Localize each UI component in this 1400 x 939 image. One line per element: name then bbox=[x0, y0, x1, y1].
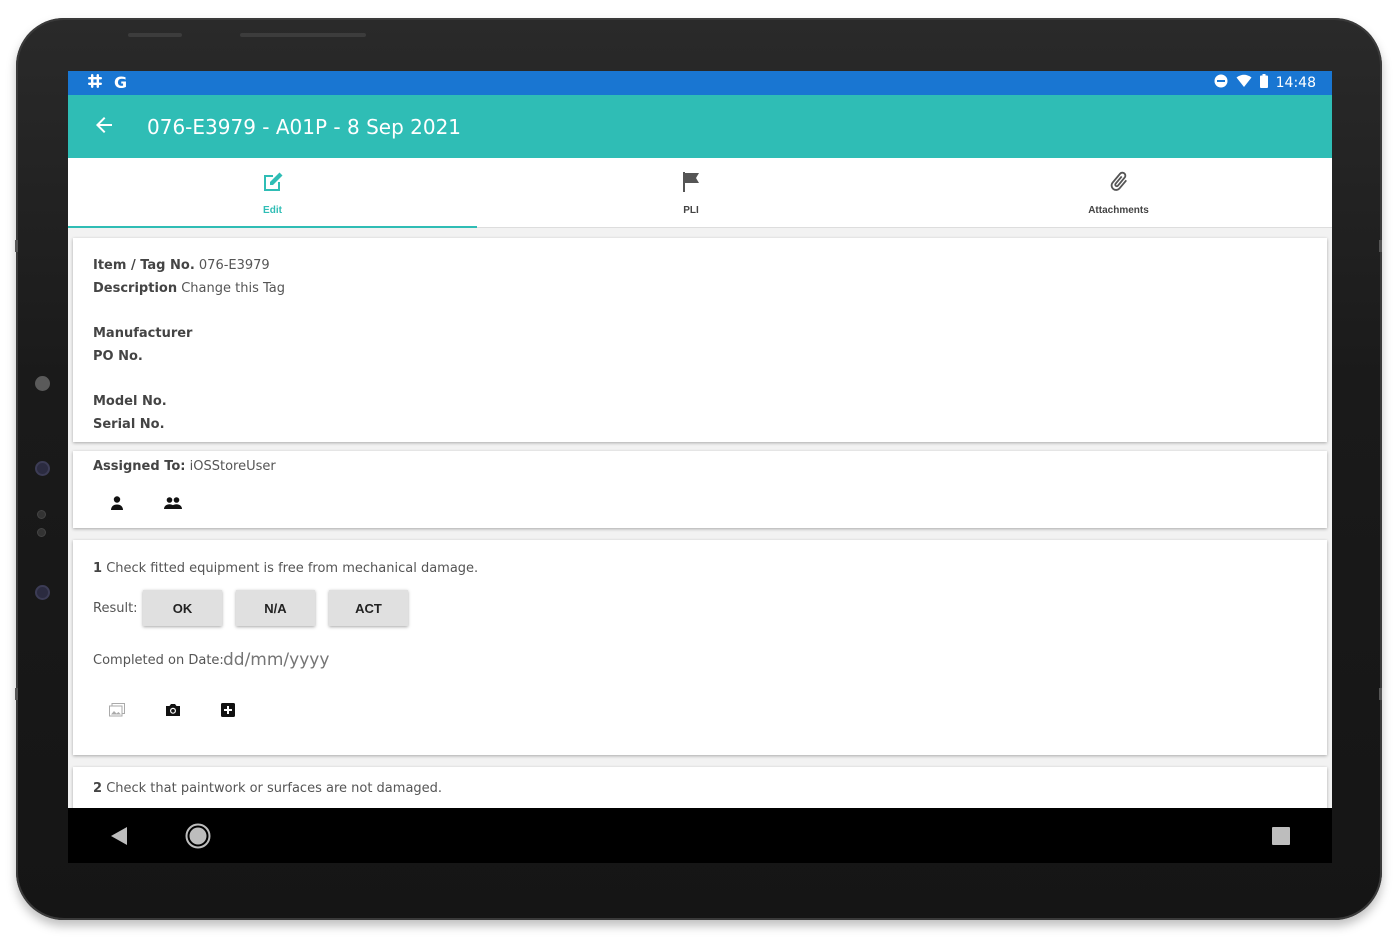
status-bar: G 14:48 bbox=[68, 71, 1332, 95]
person-icon bbox=[109, 496, 125, 515]
tab-edit[interactable]: Edit bbox=[68, 158, 477, 228]
side-notch bbox=[15, 240, 18, 252]
side-notch bbox=[1379, 688, 1382, 700]
description-value: Change this Tag bbox=[181, 281, 285, 296]
result-ok-button[interactable]: OK bbox=[143, 590, 222, 626]
nav-home-button[interactable] bbox=[185, 823, 211, 854]
check-text: Check fitted equipment is free from mech… bbox=[106, 561, 479, 576]
dnd-icon bbox=[1214, 74, 1228, 92]
device-screen: G 14:48 076-E3979 - A01P - 8 Sep 2021 Ed… bbox=[68, 71, 1332, 863]
check-card: 1 Check fitted equipment is free from me… bbox=[73, 540, 1327, 755]
sensor-dot bbox=[35, 585, 50, 600]
camera-button[interactable] bbox=[165, 703, 181, 722]
flag-icon bbox=[679, 170, 703, 199]
side-notch bbox=[1379, 240, 1382, 252]
camera-icon bbox=[165, 704, 181, 721]
check-card: 2 Check that paintwork or surfaces are n… bbox=[73, 767, 1327, 808]
google-icon: G bbox=[114, 73, 128, 92]
nav-recents-icon bbox=[1272, 827, 1290, 849]
date-label: Completed on Date: bbox=[93, 653, 224, 668]
power-button bbox=[240, 33, 366, 37]
tab-label: PLI bbox=[683, 205, 699, 216]
side-notch bbox=[15, 688, 18, 700]
assignment-card: Assigned To: iOSStoreUser bbox=[73, 451, 1327, 528]
po-label: PO No. bbox=[93, 349, 143, 364]
page-title: 076-E3979 - A01P - 8 Sep 2021 bbox=[147, 115, 462, 139]
edit-icon bbox=[261, 170, 285, 199]
main-content: Item / Tag No. 076-E3979 Description Cha… bbox=[68, 229, 1332, 808]
tab-attachments[interactable]: Attachments bbox=[905, 158, 1332, 227]
serial-label: Serial No. bbox=[93, 417, 165, 432]
po-row: PO No. bbox=[93, 349, 143, 364]
add-box-icon bbox=[221, 703, 235, 721]
result-label: Result: bbox=[93, 601, 138, 616]
assigned-row: Assigned To: iOSStoreUser bbox=[93, 459, 276, 474]
model-label: Model No. bbox=[93, 394, 167, 409]
add-attachment-button[interactable] bbox=[221, 703, 235, 722]
nav-back-icon bbox=[110, 827, 128, 850]
tag-value: 076-E3979 bbox=[198, 258, 270, 273]
model-row: Model No. bbox=[93, 394, 167, 409]
tab-pli[interactable]: PLI bbox=[477, 158, 905, 227]
manufacturer-label: Manufacturer bbox=[93, 326, 193, 341]
check-title: 2 Check that paintwork or surfaces are n… bbox=[93, 781, 442, 796]
manufacturer-row: Manufacturer bbox=[93, 326, 192, 341]
wifi-icon bbox=[1236, 74, 1252, 92]
check-title: 1 Check fitted equipment is free from me… bbox=[93, 561, 478, 576]
tab-bar: Edit PLI Attachments bbox=[68, 158, 1332, 228]
battery-icon bbox=[1259, 74, 1268, 92]
assign-user-button[interactable] bbox=[109, 495, 125, 516]
arrow-back-icon bbox=[92, 117, 116, 141]
serial-row: Serial No. bbox=[93, 417, 165, 432]
tag-label: Item / Tag No. bbox=[93, 258, 195, 273]
assign-group-button[interactable] bbox=[163, 495, 183, 516]
nav-back-button[interactable] bbox=[110, 826, 128, 851]
status-time: 14:48 bbox=[1275, 75, 1316, 91]
assigned-value: iOSStoreUser bbox=[189, 459, 276, 474]
nav-home-icon bbox=[185, 823, 211, 853]
tab-label: Edit bbox=[263, 205, 282, 216]
gallery-button[interactable] bbox=[109, 703, 125, 722]
description-label: Description bbox=[93, 281, 178, 296]
check-text: Check that paintwork or surfaces are not… bbox=[106, 781, 443, 796]
back-button[interactable] bbox=[92, 113, 116, 137]
app-bar: 076-E3979 - A01P - 8 Sep 2021 bbox=[68, 95, 1332, 158]
tag-row: Item / Tag No. 076-E3979 bbox=[93, 258, 270, 273]
description-row: Description Change this Tag bbox=[93, 281, 285, 296]
item-details-card: Item / Tag No. 076-E3979 Description Cha… bbox=[73, 238, 1327, 442]
sensor-dot bbox=[37, 510, 46, 519]
sensor-dot bbox=[35, 461, 50, 476]
volume-button bbox=[128, 33, 182, 37]
front-camera bbox=[35, 376, 50, 391]
gallery-icon bbox=[109, 703, 125, 721]
result-act-button[interactable]: ACT bbox=[329, 590, 408, 626]
result-na-button[interactable]: N/A bbox=[236, 590, 315, 626]
paperclip-icon bbox=[1107, 170, 1131, 199]
sensor-dot bbox=[37, 528, 46, 537]
check-number: 2 bbox=[93, 781, 103, 796]
system-nav-bar bbox=[68, 808, 1332, 863]
nav-recents-button[interactable] bbox=[1272, 827, 1290, 850]
check-number: 1 bbox=[93, 561, 103, 576]
tab-label: Attachments bbox=[1088, 205, 1149, 216]
assigned-label: Assigned To: bbox=[93, 459, 186, 474]
completed-date-input[interactable] bbox=[223, 650, 383, 670]
slack-icon bbox=[88, 74, 102, 92]
group-icon bbox=[163, 497, 183, 515]
